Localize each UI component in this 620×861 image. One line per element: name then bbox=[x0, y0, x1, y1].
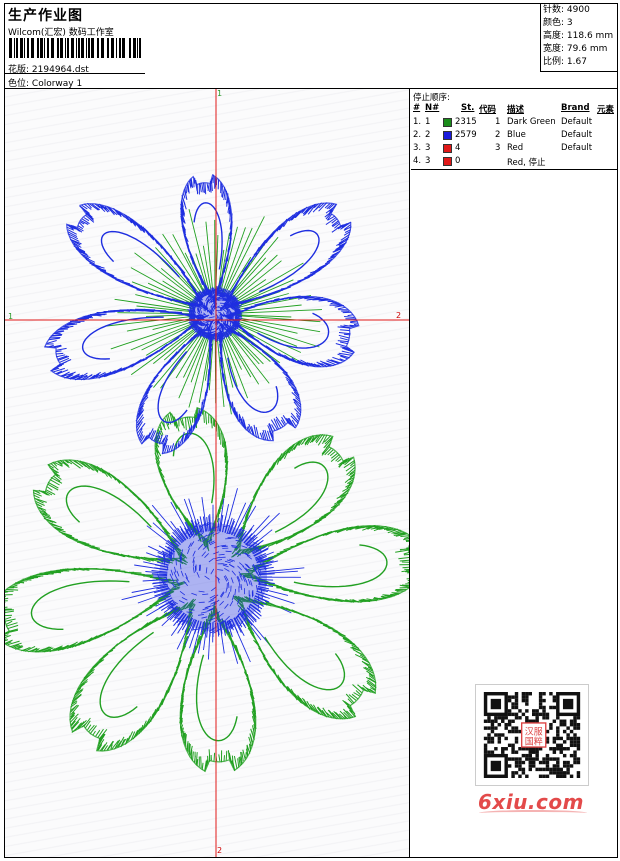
qr-badge-text: 国粹 bbox=[525, 735, 543, 747]
color-swatch bbox=[443, 118, 452, 127]
colorway-line: 色位: Colorway 1 bbox=[8, 76, 82, 89]
qr-pattern: 汉服国粹 bbox=[483, 692, 581, 778]
col-index: # bbox=[413, 103, 421, 113]
colorway-value: Colorway 1 bbox=[31, 79, 83, 89]
stop-row[interactable]: 3. 3 4 3 Red Default bbox=[411, 143, 617, 156]
stat-height: 高度: 118.6 mm bbox=[543, 31, 614, 41]
design-preview: 1 1 2 2 bbox=[5, 89, 410, 857]
axis-label-bottom: 2 bbox=[217, 846, 223, 855]
color-swatch bbox=[443, 131, 452, 140]
qr-badge-text: 汉服 bbox=[525, 727, 543, 738]
stop-sequence-title: 停止顺序: bbox=[413, 93, 450, 103]
stop-sequence-panel: 停止顺序: # N# St. 代码 描述 Brand 元素 1. 1 2315 1 Da… bbox=[411, 89, 617, 170]
col-stitches: St. bbox=[461, 103, 475, 113]
col-code: 代码 bbox=[479, 105, 497, 115]
col-element: 元素 bbox=[597, 105, 615, 115]
col-brand: Brand bbox=[561, 103, 590, 113]
flower bbox=[43, 173, 360, 455]
colorway-label: 色位: bbox=[8, 79, 30, 89]
qr-code: 汉服 国粹 bbox=[475, 684, 589, 786]
axis-label-left: 1 bbox=[8, 312, 14, 321]
stat-width: 宽度: 79.6 mm bbox=[543, 44, 608, 54]
axis-label-top: 1 bbox=[217, 89, 223, 98]
axis-label-right: 2 bbox=[396, 311, 402, 320]
barcode bbox=[9, 38, 141, 58]
watermark-swoosh bbox=[479, 810, 587, 816]
sheet-header: 生产作业图 Wilcom(汇宏) 数码工作室 花版: 2194964.dst 色… bbox=[5, 4, 617, 89]
stop-row[interactable]: 2. 2 2579 2 Blue Default bbox=[411, 130, 617, 143]
col-description: 描述 bbox=[507, 105, 525, 115]
production-sheet: 生产作业图 Wilcom(汇宏) 数码工作室 花版: 2194964.dst 色… bbox=[4, 3, 618, 858]
color-swatch bbox=[443, 157, 452, 166]
flower bbox=[5, 406, 409, 773]
stop-sequence-header: # N# St. 代码 描述 Brand 元素 bbox=[411, 103, 617, 115]
header-divider bbox=[5, 73, 145, 74]
stop-row[interactable]: 1. 1 2315 1 Dark Green Default bbox=[411, 117, 617, 130]
col-needle: N# bbox=[425, 103, 440, 113]
stat-colors: 颜色: 3 bbox=[543, 18, 573, 28]
stat-scale: 比例: 1.67 bbox=[543, 57, 587, 67]
company-name: Wilcom(汇宏) 数码工作室 bbox=[8, 28, 114, 38]
embroidery-design bbox=[5, 89, 409, 857]
stat-stitches: 针数: 4900 bbox=[543, 5, 590, 15]
stats-panel: 针数: 4900 颜色: 3 高度: 118.6 mm 宽度: 79.6 mm … bbox=[540, 4, 617, 72]
sheet-title: 生产作业图 bbox=[8, 8, 83, 24]
stop-row[interactable]: 4. 3 0 Red, 停止 bbox=[411, 156, 617, 169]
color-swatch bbox=[443, 144, 452, 153]
